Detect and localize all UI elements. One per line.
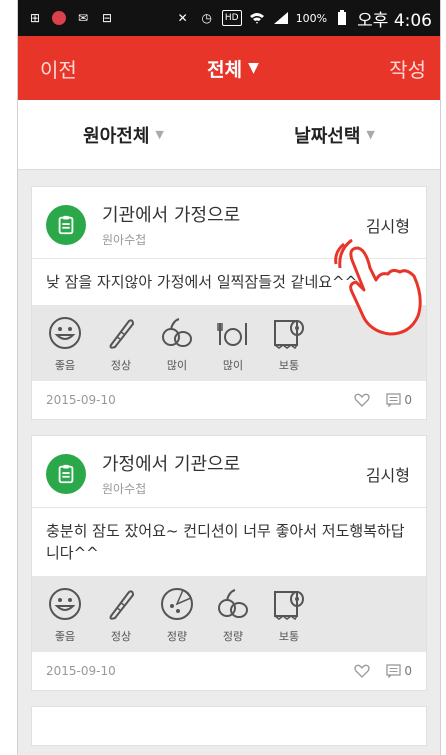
poop-icon	[162, 318, 192, 347]
post-date: 2015-09-10	[46, 664, 116, 678]
post-date: 2015-09-10	[46, 393, 116, 407]
toilet-paper-icon	[274, 591, 304, 621]
pizza-icon	[161, 588, 193, 620]
status-label: 정량	[166, 630, 188, 643]
status-item: 좋음	[44, 315, 86, 373]
status-label: 보통	[278, 630, 300, 643]
comment-icon	[386, 393, 402, 407]
battery-icon	[333, 10, 351, 26]
post-footer: 2015-09-10 0	[32, 381, 426, 419]
like-button[interactable]	[354, 393, 371, 407]
post-title: 가정에서 기관으로	[102, 454, 241, 475]
post-card[interactable]: 가정에서 기관으로 원아수첩 김시형 충분히 잠도 잤어요~ 컨디션이 너무 좋…	[31, 435, 427, 691]
mail-icon: ✉	[77, 11, 89, 25]
meal-icon	[217, 323, 247, 346]
status-label: 정상	[110, 630, 132, 643]
clock: 오후 4:06	[357, 10, 432, 31]
toilet-paper-icon	[274, 320, 304, 350]
prev-button[interactable]: 이전	[40, 54, 77, 83]
post-feed: 기관에서 가정으로 원아수첩 김시형 낮 잠을 자지않아 가정에서 일찍잠들것 …	[18, 170, 440, 746]
status-item: 많이	[156, 315, 198, 373]
app-bar: 이전 전체 ▼ 작성	[18, 36, 440, 100]
comment-icon	[386, 664, 402, 678]
wifi-icon	[248, 10, 266, 26]
post-subtitle: 원아수첩	[102, 482, 147, 496]
post-footer: 2015-09-10 0	[32, 652, 426, 690]
status-item: 정상	[100, 586, 142, 644]
post-card[interactable]: 기관에서 가정으로 원아수첩 김시형 낮 잠을 자지않아 가정에서 일찍잠들것 …	[31, 186, 427, 420]
status-item: 정상	[100, 315, 142, 373]
clipboard-icon	[46, 453, 86, 494]
date-filter-label: 날짜선택	[294, 125, 361, 147]
post-subtitle: 원아수첩	[102, 233, 147, 247]
date-filter-dropdown[interactable]: 날짜선택 ▼	[294, 122, 375, 148]
status-label: 좋음	[54, 630, 76, 643]
download-icon: ⊟	[101, 11, 113, 25]
clipboard-icon	[46, 204, 86, 245]
thermometer-icon	[109, 319, 135, 349]
post-title: 기관에서 가정으로	[102, 205, 241, 226]
comment-count: 0	[404, 393, 412, 407]
status-label: 많이	[222, 359, 244, 372]
post-author: 김시형	[365, 465, 410, 485]
heart-icon	[354, 393, 371, 407]
status-item: 정량	[212, 586, 254, 644]
status-icons: 좋음 정상 정량 정량 보통	[32, 576, 426, 652]
post-header: 가정에서 기관으로 원아수첩 김시형	[32, 436, 426, 507]
caret-down-icon: ▼	[248, 60, 259, 76]
comment-count: 0	[404, 664, 412, 678]
status-item: 정량	[156, 586, 198, 644]
status-label: 많이	[166, 359, 188, 372]
post-body: 낮 잠을 자지않아 가정에서 일찍잠들것 같네요^^	[32, 258, 426, 305]
heart-icon	[354, 664, 371, 678]
post-body: 충분히 잠도 잤어요~ 컨디션이 너무 좋아서 저도행복하답니다^^	[32, 507, 426, 576]
post-header: 기관에서 가정으로 원아수첩 김시형	[32, 187, 426, 258]
plus-icon: ⊞	[29, 11, 41, 25]
smile-icon	[49, 317, 81, 349]
child-filter-dropdown[interactable]: 원아전체 ▼	[83, 122, 164, 148]
signal-icon	[272, 10, 290, 26]
status-label: 좋음	[54, 359, 76, 372]
status-item: 보통	[268, 586, 310, 644]
status-item: 좋음	[44, 586, 86, 644]
write-button[interactable]: 작성	[389, 54, 426, 83]
status-label: 정상	[110, 359, 132, 372]
app-icon	[50, 10, 68, 26]
status-label: 정량	[222, 630, 244, 643]
alarm-icon: ◷	[201, 11, 212, 25]
category-title: 전체	[207, 58, 243, 81]
status-label: 보통	[278, 359, 300, 372]
caret-down-icon: ▼	[155, 128, 164, 141]
post-author: 김시형	[365, 216, 410, 236]
phone-frame: ⊞ ✉ ⊟ ✕ ◷ HD 100% 오후 4:06 이전 전체 ▼ 작성 원아전…	[17, 0, 441, 755]
status-item: 많이	[212, 315, 254, 373]
child-filter-label: 원아전체	[83, 125, 150, 147]
comment-button[interactable]: 0	[386, 664, 412, 678]
comment-button[interactable]: 0	[386, 393, 412, 407]
mute-icon: ✕	[177, 11, 188, 25]
status-item: 보통	[268, 315, 310, 373]
hd-voice-icon: HD	[221, 10, 242, 26]
post-card-partial[interactable]	[31, 706, 427, 746]
caret-down-icon: ▼	[366, 128, 375, 141]
like-button[interactable]	[354, 664, 371, 678]
battery-level: 100%	[295, 11, 328, 25]
smile-icon	[49, 588, 81, 620]
thermometer-icon	[109, 590, 135, 620]
poop-icon	[218, 589, 248, 618]
filter-bar: 원아전체 ▼ 날짜선택 ▼	[18, 100, 440, 170]
status-icons: 좋음 정상 많이 많이 보통	[32, 305, 426, 381]
status-bar: ⊞ ✉ ⊟ ✕ ◷ HD 100% 오후 4:06	[18, 0, 440, 36]
category-dropdown[interactable]: 전체 ▼	[207, 55, 259, 82]
